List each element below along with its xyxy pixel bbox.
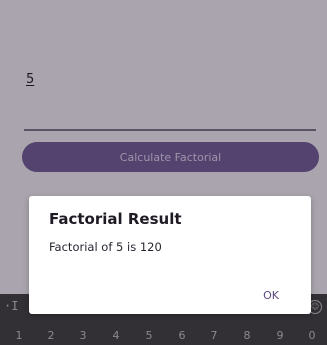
- number-input-value[interactable]: 5: [26, 72, 34, 87]
- ok-button[interactable]: OK: [255, 286, 287, 306]
- key-6[interactable]: 6: [167, 322, 197, 345]
- key-9[interactable]: 9: [265, 322, 295, 345]
- key-4[interactable]: 4: [101, 322, 131, 345]
- dialog-title: Factorial Result: [49, 210, 182, 228]
- number-input[interactable]: 5: [24, 58, 316, 133]
- input-underline: [24, 129, 316, 131]
- key-0[interactable]: 0: [297, 322, 327, 345]
- calculate-factorial-button[interactable]: Calculate Factorial: [22, 142, 319, 172]
- factorial-result-dialog: Factorial Result Factorial of 5 is 120 O…: [29, 196, 311, 314]
- key-5[interactable]: 5: [134, 322, 164, 345]
- key-2[interactable]: 2: [36, 322, 66, 345]
- app-screen: 5 Calculate Factorial ·I ☺ 1 2 3 4 5 6 7…: [0, 0, 327, 345]
- key-3[interactable]: 3: [68, 322, 98, 345]
- key-7[interactable]: 7: [199, 322, 229, 345]
- dialog-message: Factorial of 5 is 120: [49, 240, 162, 254]
- keyboard-cursor-icon[interactable]: ·I: [4, 299, 18, 313]
- keyboard-number-row: 1 2 3 4 5 6 7 8 9 0: [0, 322, 327, 345]
- key-8[interactable]: 8: [232, 322, 262, 345]
- key-1[interactable]: 1: [4, 322, 34, 345]
